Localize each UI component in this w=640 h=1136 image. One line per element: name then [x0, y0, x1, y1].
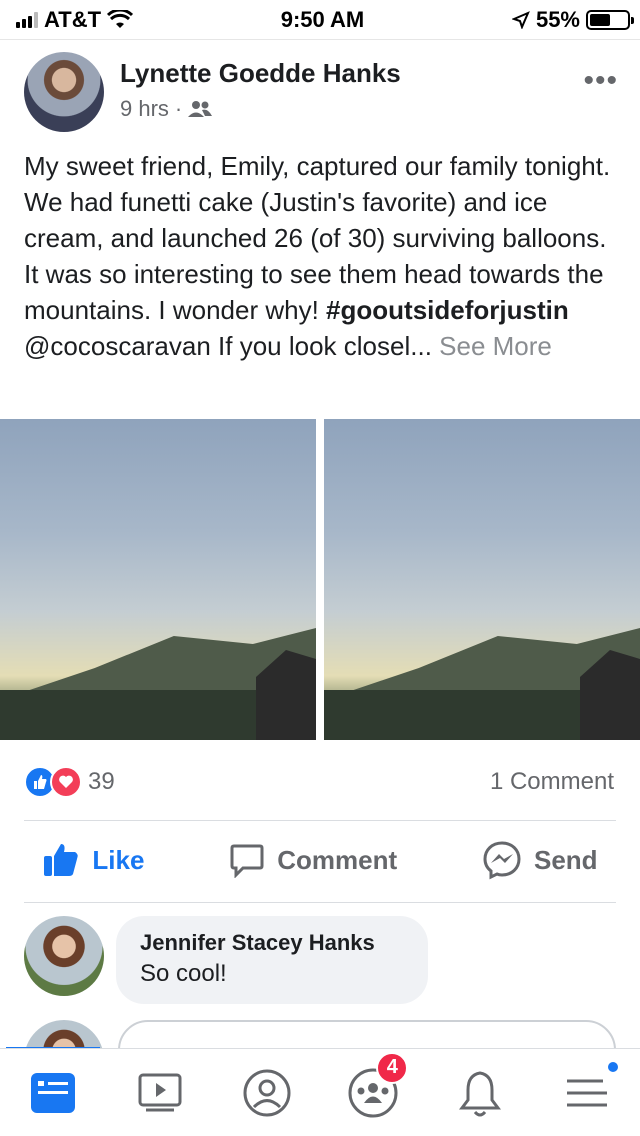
reaction-count: 39: [88, 768, 115, 795]
status-time: 9:50 AM: [280, 6, 365, 32]
location-icon: [511, 10, 530, 29]
battery-icon: [586, 9, 634, 30]
photo-right[interactable]: [324, 419, 640, 740]
messenger-icon: [483, 841, 521, 880]
like-label: Like: [92, 844, 145, 875]
tab-groups[interactable]: 4: [338, 1051, 409, 1128]
reaction-icons: [24, 766, 82, 798]
more-options-icon[interactable]: •••: [583, 64, 618, 98]
author-name[interactable]: Lynette Goedde Hanks: [120, 58, 401, 89]
tab-notifications[interactable]: [445, 1058, 515, 1128]
photo-left[interactable]: [0, 419, 316, 740]
comment-button[interactable]: Comment: [229, 842, 397, 878]
reactions-row: 39 1 Comment: [24, 762, 614, 802]
send-button[interactable]: Send: [482, 840, 598, 880]
commenter-avatar[interactable]: [24, 916, 104, 996]
love-reaction-icon: [50, 766, 82, 798]
tab-menu[interactable]: [552, 1058, 622, 1128]
divider: [24, 902, 616, 903]
bottom-tab-bar: 4: [0, 1048, 640, 1136]
hashtag-link[interactable]: #gooutsideforjustin: [326, 295, 569, 325]
profile-icon: [243, 1069, 291, 1116]
status-right: 55%: [511, 6, 634, 33]
post-text: My sweet friend, Emily, captured our fam…: [24, 148, 616, 364]
comment-label: Comment: [277, 844, 398, 875]
send-label: Send: [534, 844, 598, 875]
groups-badge: 4: [376, 1051, 409, 1084]
menu-icon: [566, 1079, 607, 1106]
tab-watch[interactable]: [125, 1058, 195, 1128]
status-bar: AT&T 9:50 AM 55%: [0, 0, 640, 40]
watch-icon: [138, 1073, 182, 1111]
author-avatar[interactable]: [24, 52, 104, 132]
battery-percent: 55%: [535, 6, 580, 32]
see-more-link[interactable]: See More: [439, 331, 552, 361]
comment-icon: [230, 844, 264, 878]
reaction-summary[interactable]: 39: [24, 766, 115, 798]
post-tail: @cocoscaravan If you look closel...: [24, 331, 432, 361]
post-photos: [0, 419, 640, 740]
notifications-icon: [458, 1070, 501, 1116]
tab-profile[interactable]: [232, 1058, 302, 1128]
comment-count-link[interactable]: 1 Comment: [490, 768, 614, 796]
commenter-name[interactable]: Jennifer Stacey Hanks: [140, 930, 404, 956]
friends-icon: [188, 101, 213, 117]
post-meta: 9 hrs ·: [120, 96, 213, 122]
comment-bubble[interactable]: Jennifer Stacey Hanks So cool!: [116, 916, 428, 1004]
post-actions: Like Comment Send: [0, 828, 640, 892]
comment-item: Jennifer Stacey Hanks So cool!: [24, 916, 616, 1006]
tab-news-feed[interactable]: [18, 1058, 88, 1128]
news-feed-icon: [31, 1072, 76, 1113]
comment-text: So cool!: [140, 960, 227, 987]
carrier-label: AT&T: [44, 6, 102, 32]
meta-separator: ·: [174, 96, 183, 121]
post-time[interactable]: 9 hrs: [120, 96, 169, 122]
post-header: Lynette Goedde Hanks 9 hrs · •••: [24, 52, 620, 136]
menu-notification-dot: [605, 1059, 620, 1074]
thumbs-up-icon: [44, 844, 79, 876]
signal-icon: [16, 11, 38, 28]
status-left: AT&T: [16, 6, 134, 33]
like-button[interactable]: Like: [42, 842, 144, 878]
divider: [24, 820, 616, 821]
wifi-icon: [107, 9, 134, 28]
